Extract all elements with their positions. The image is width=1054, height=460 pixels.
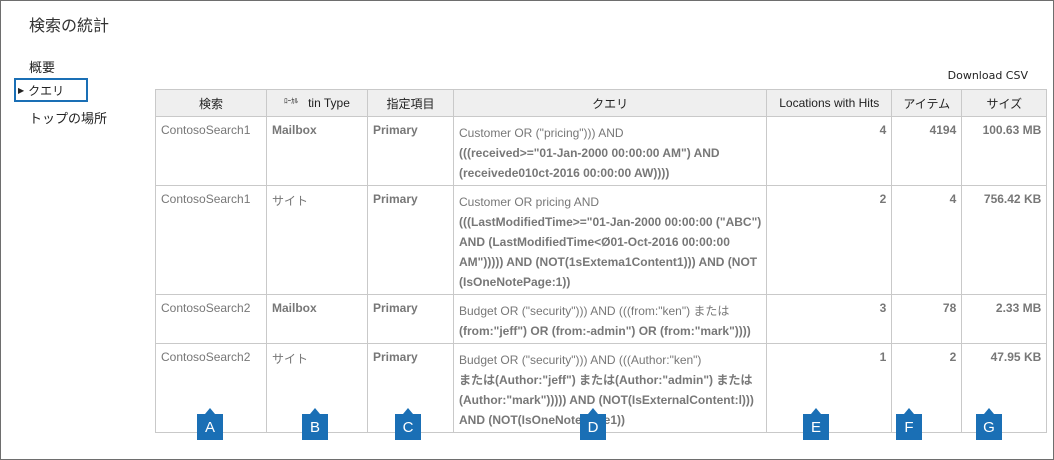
- column-callout-c: C: [395, 408, 421, 440]
- col-header-query[interactable]: クエリ: [452, 89, 768, 117]
- table-row[interactable]: ContosoSearch1 サイト Primary Customer OR pric…: [155, 185, 1048, 295]
- query-line: (from:"jeff") OR (from:-admin") OR (from…: [459, 324, 751, 338]
- query-line: Customer OR pricing AND: [459, 195, 600, 209]
- query-line: AND (NOT(IsOneNotePage1)): [459, 413, 626, 427]
- type-cell: サイト: [266, 185, 368, 295]
- nav-query-label: クエリ: [28, 83, 65, 98]
- query-cell: Customer OR pricing AND (((LastModifiedTi…: [452, 185, 768, 295]
- query-line: AND (LastModifiedTime<Ø01-Oct-2016 00:00…: [459, 235, 730, 249]
- col-header-location-type[interactable]: ﾛｰｶﾙ tin Type: [266, 89, 368, 117]
- query-line: (Author:"mark"))))) AND (NOT(IsExternalC…: [459, 393, 754, 407]
- search-cell: ContosoSearch1: [155, 185, 267, 295]
- size-cell: 100.63 MB: [961, 116, 1048, 186]
- query-line: または(Author:"jeff") または(Author:"admin") ま…: [459, 373, 753, 387]
- header-label: tin Type: [308, 96, 350, 110]
- nav-top-locations[interactable]: トップの場所: [29, 108, 107, 127]
- query-line: (receivede010ct-2016 00:00:00 AW)))): [459, 166, 670, 180]
- column-callout-e: E: [803, 408, 829, 440]
- column-callout-b: B: [302, 408, 328, 440]
- header-prefix: ﾛｰｶﾙ: [284, 98, 299, 105]
- size-cell: 756.42 KB: [961, 185, 1048, 295]
- column-callout-g: G: [976, 408, 1002, 440]
- table-row[interactable]: ContosoSearch1 Mailbox Primary Customer OR …: [155, 116, 1048, 186]
- items-cell: 4: [891, 185, 963, 295]
- type-cell: Mailbox: [266, 116, 368, 186]
- table-row[interactable]: ContosoSearch2 Mailbox Primary Budget OR ("…: [155, 294, 1048, 344]
- col-header-items[interactable]: アイテム: [891, 89, 963, 117]
- query-cell: Customer OR ("pricing"))) AND (((received…: [452, 116, 768, 186]
- search-cell: ContosoSearch2: [155, 294, 267, 344]
- table-header-row: 検索 ﾛｰｶﾙ tin Type 指定項目 クエリ Locations with …: [155, 89, 1048, 117]
- type-cell: Mailbox: [266, 294, 368, 344]
- caret-right-icon: ▶: [18, 85, 25, 95]
- column-callout-a: A: [197, 408, 223, 440]
- query-line: Budget OR ("security"))) AND (((from:"ke…: [459, 304, 730, 318]
- specified-cell: Primary: [367, 185, 454, 295]
- nav-summary[interactable]: 概要: [29, 57, 55, 76]
- col-header-size[interactable]: サイズ: [961, 89, 1048, 117]
- col-header-locations-with-hits[interactable]: Locations with Hits: [766, 89, 893, 117]
- query-line: (((LastModifiedTime>="01-Jan-2000 00:00:…: [459, 215, 762, 229]
- items-cell: 4194: [891, 116, 963, 186]
- page-title: 検索の統計: [29, 16, 110, 35]
- specified-cell: Primary: [367, 294, 454, 344]
- query-line: Customer OR ("pricing"))) AND: [459, 126, 624, 140]
- query-cell: Budget OR ("security"))) AND (((from:"ke…: [452, 294, 768, 344]
- hits-cell: 4: [766, 116, 893, 186]
- download-csv-link[interactable]: Download CSV: [948, 69, 1028, 82]
- col-header-search[interactable]: 検索: [155, 89, 267, 117]
- specified-cell: Primary: [367, 116, 454, 186]
- size-cell: 2.33 MB: [961, 294, 1048, 344]
- column-callout-f: F: [896, 408, 922, 440]
- hits-cell: 1: [766, 343, 893, 433]
- col-header-specified-item[interactable]: 指定項目: [367, 89, 454, 117]
- search-cell: ContosoSearch1: [155, 116, 267, 186]
- query-stats-table: 検索 ﾛｰｶﾙ tin Type 指定項目 クエリ Locations with …: [155, 89, 1048, 433]
- nav-query-selected[interactable]: ▶ クエリ: [14, 78, 88, 102]
- size-cell: 47.95 KB: [961, 343, 1048, 433]
- hits-cell: 2: [766, 185, 893, 295]
- hits-cell: 3: [766, 294, 893, 344]
- query-line: AM"))))) AND (NOT(1sExtema1Content1))) A…: [459, 255, 758, 269]
- items-cell: 78: [891, 294, 963, 344]
- query-line: (IsOneNotePage:1)): [459, 275, 571, 289]
- column-callout-d: D: [580, 408, 606, 440]
- query-line: Budget OR ("security"))) AND (((Author:"…: [459, 353, 702, 367]
- query-line: (((received>="01-Jan-2000 00:00:00 AM") …: [459, 146, 720, 160]
- query-cell: Budget OR ("security"))) AND (((Author:"…: [452, 343, 768, 433]
